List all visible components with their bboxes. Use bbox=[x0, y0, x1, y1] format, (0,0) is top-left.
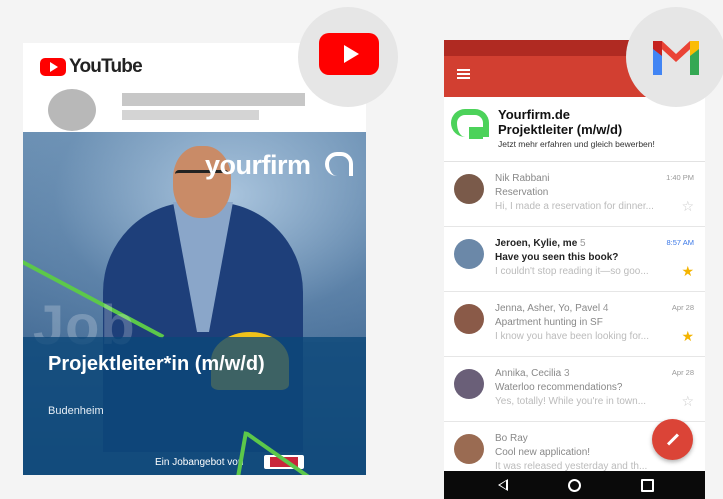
email-subject: Reservation bbox=[495, 187, 549, 198]
home-icon[interactable] bbox=[568, 479, 581, 492]
gmail-logo-icon bbox=[653, 41, 699, 75]
email-sender: Bo Ray bbox=[495, 433, 528, 444]
star-icon[interactable]: ★ bbox=[681, 263, 694, 280]
ad-line-1: Yourfirm.de bbox=[498, 107, 570, 122]
email-time: 1:40 PM bbox=[666, 173, 694, 182]
star-icon[interactable]: ☆ bbox=[681, 198, 694, 215]
channel-title-placeholder bbox=[122, 93, 305, 106]
yourfirm-logo: yourfirm bbox=[205, 150, 311, 180]
hamburger-menu-icon[interactable] bbox=[457, 73, 470, 75]
job-ad-video[interactable]: yourfirm Job Projektleiter*in (m/w/d) Bu… bbox=[23, 132, 366, 475]
play-icon bbox=[50, 62, 58, 72]
youtube-app-badge bbox=[298, 7, 398, 107]
star-icon[interactable]: ★ bbox=[681, 328, 694, 345]
back-icon-inner bbox=[500, 481, 506, 489]
email-subject: Have you seen this book? bbox=[495, 252, 619, 263]
email-snippet: Hi, I made a reservation for dinner... bbox=[495, 201, 654, 212]
thread-count: 5 bbox=[580, 238, 586, 249]
job-title: Projektleiter*in (m/w/d) bbox=[48, 353, 265, 375]
gmail-screen: Yourfirm.de Projektleiter (m/w/d) Jetzt … bbox=[444, 40, 705, 499]
email-subject: Waterloo recommendations? bbox=[495, 382, 623, 393]
email-snippet: I know you have been looking for... bbox=[495, 331, 649, 342]
email-sender: Annika, Cecilia 3 bbox=[495, 368, 570, 379]
ad-caption-panel: Projektleiter*in (m/w/d) Budenheim Ein J… bbox=[23, 337, 366, 475]
email-snippet: I couldn't stop reading it—so goo... bbox=[495, 266, 649, 277]
email-sender: Jeroen, Kylie, me 5 bbox=[495, 238, 586, 249]
email-time: 8:57 AM bbox=[666, 238, 694, 247]
email-time: Apr 28 bbox=[671, 368, 694, 377]
youtube-wordmark: YouTube bbox=[69, 56, 143, 77]
recents-icon[interactable] bbox=[641, 479, 654, 492]
avatar[interactable] bbox=[48, 89, 96, 131]
ad-line-3: Jetzt mehr erfahren und gleich bewerben! bbox=[498, 139, 655, 149]
thread-count: 3 bbox=[563, 368, 570, 379]
avatar[interactable] bbox=[454, 304, 484, 334]
channel-row bbox=[23, 89, 366, 132]
youtube-screen: YouTube yourfirm Job Projektleiter*in (m… bbox=[23, 43, 366, 475]
android-nav-bar bbox=[444, 471, 705, 499]
email-sender: Jenna, Asher, Yo, Pavel 4 bbox=[495, 303, 609, 314]
pencil-icon bbox=[666, 433, 680, 446]
thread-count: 4 bbox=[602, 303, 609, 314]
email-row[interactable]: Nik Rabbani Reservation Hi, I made a rese… bbox=[444, 162, 705, 227]
email-snippet: Yes, totally! While you're in town... bbox=[495, 396, 647, 407]
email-subject: Apartment hunting in SF bbox=[495, 317, 603, 328]
channel-subtitle-placeholder bbox=[122, 110, 259, 120]
avatar[interactable] bbox=[454, 434, 484, 464]
play-icon bbox=[344, 45, 359, 63]
job-location: Budenheim bbox=[48, 405, 104, 417]
email-subject: Cool new application! bbox=[495, 447, 591, 458]
avatar[interactable] bbox=[454, 239, 484, 269]
email-row[interactable]: Annika, Cecilia 3 Waterloo recommendation… bbox=[444, 357, 705, 422]
compose-button[interactable] bbox=[652, 419, 693, 460]
star-icon[interactable]: ☆ bbox=[681, 393, 694, 410]
job-offer-by: Ein Jobangebot von bbox=[155, 457, 244, 468]
email-row[interactable]: Jeroen, Kylie, me 5 Have you seen this bo… bbox=[444, 227, 705, 292]
ad-line-2: Projektleiter (m/w/d) bbox=[498, 122, 623, 137]
avatar[interactable] bbox=[454, 369, 484, 399]
email-sender: Nik Rabbani bbox=[495, 173, 550, 184]
avatar[interactable] bbox=[454, 174, 484, 204]
gmail-app-badge bbox=[626, 7, 723, 107]
email-time: Apr 28 bbox=[671, 303, 694, 312]
yourfirm-mark-icon bbox=[469, 127, 483, 139]
email-row[interactable]: Jenna, Asher, Yo, Pavel 4 Apartment hunti… bbox=[444, 292, 705, 357]
yourfirm-mark-icon bbox=[325, 152, 353, 176]
